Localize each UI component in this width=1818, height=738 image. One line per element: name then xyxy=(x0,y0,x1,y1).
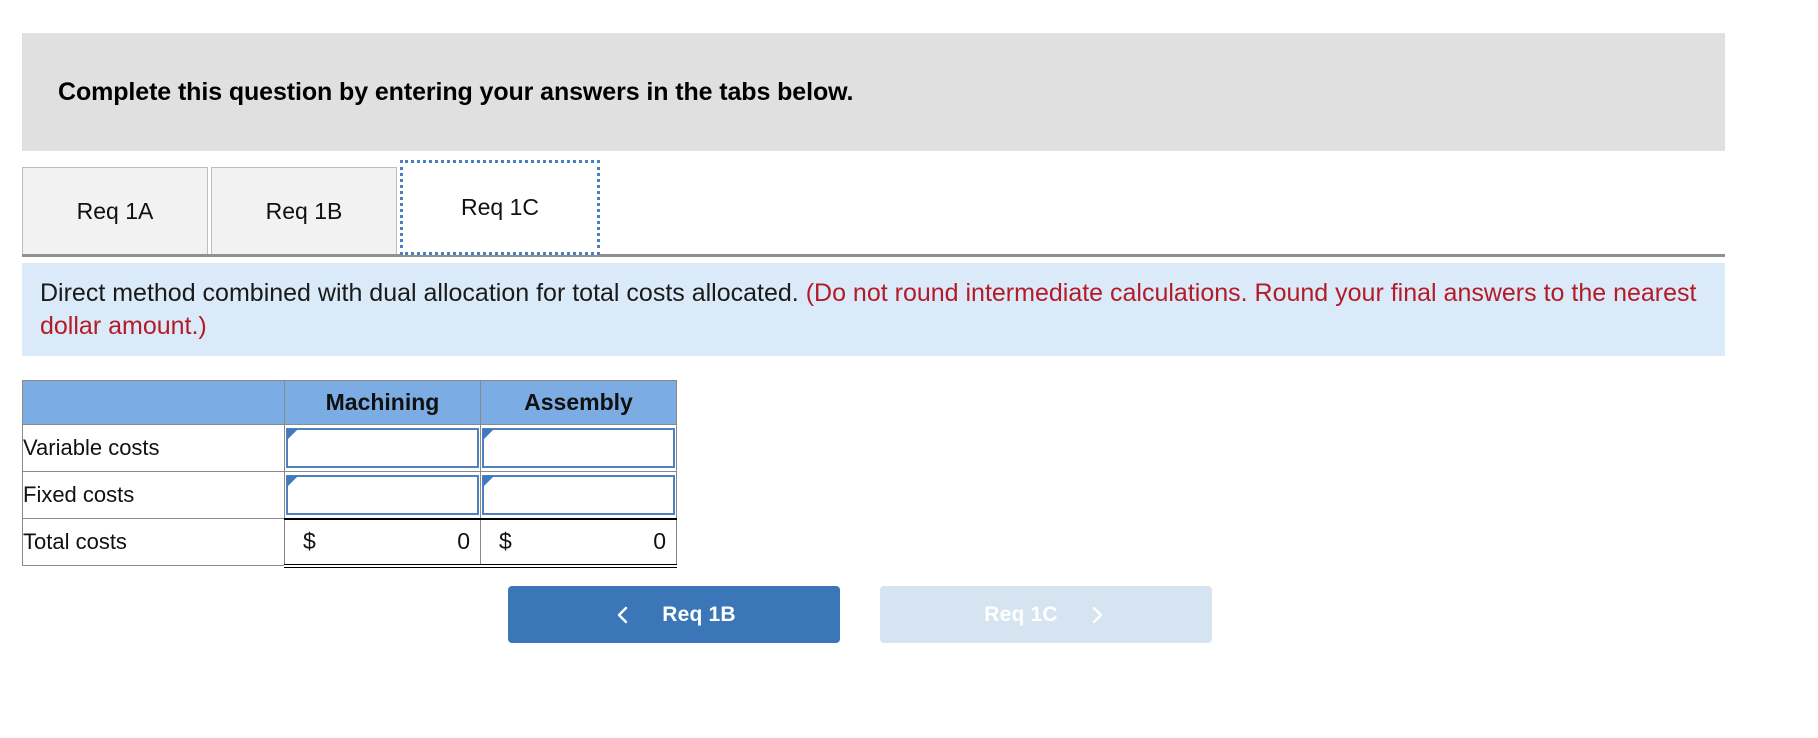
cell-total-machining: $ 0 xyxy=(284,517,481,568)
table-header-row: Machining Assembly xyxy=(22,380,677,425)
currency-symbol: $ xyxy=(303,528,316,554)
requirement-text: Direct method combined with dual allocat… xyxy=(40,277,1703,343)
tab-req-1c[interactable]: Req 1C xyxy=(400,160,600,255)
chevron-right-icon xyxy=(1086,604,1108,626)
cost-allocation-table: Machining Assembly Variable costs Fixed … xyxy=(22,380,677,568)
prev-req-label: Req 1B xyxy=(662,602,736,626)
requirement-banner: Direct method combined with dual allocat… xyxy=(22,263,1725,356)
row-label-variable-costs: Variable costs xyxy=(22,424,285,472)
tab-label: Req 1A xyxy=(76,198,154,224)
total-value-assembly: 0 xyxy=(653,528,666,554)
tab-label: Req 1C xyxy=(461,194,539,220)
cell-fixed-assembly[interactable] xyxy=(480,471,677,519)
currency-symbol: $ xyxy=(499,528,512,554)
row-label-total-costs: Total costs xyxy=(22,518,285,566)
tab-label: Req 1B xyxy=(265,198,343,224)
table-corner-cell xyxy=(22,380,285,425)
tab-underline xyxy=(22,254,1725,257)
cell-fixed-machining[interactable] xyxy=(284,471,481,519)
column-header-machining: Machining xyxy=(284,380,481,425)
question-header: Complete this question by entering your … xyxy=(22,33,1725,151)
chevron-left-icon xyxy=(612,604,634,626)
cell-variable-machining[interactable] xyxy=(284,424,481,472)
cell-total-assembly: $ 0 xyxy=(480,517,677,568)
table-row: Total costs $ 0 $ 0 xyxy=(22,517,677,568)
row-label-fixed-costs: Fixed costs xyxy=(22,471,285,519)
answer-input-fixed-machining[interactable] xyxy=(286,475,479,515)
question-header-text: Complete this question by entering your … xyxy=(58,77,854,106)
next-req-button[interactable]: Req 1C xyxy=(880,586,1212,643)
answer-input-variable-machining[interactable] xyxy=(286,428,479,468)
answer-input-fixed-assembly[interactable] xyxy=(482,475,675,515)
tab-strip: Req 1A Req 1B Req 1C xyxy=(22,160,1725,257)
tabs-row: Req 1A Req 1B Req 1C xyxy=(22,160,600,255)
exercise-page: Complete this question by entering your … xyxy=(0,0,1818,738)
requirement-main: Direct method combined with dual allocat… xyxy=(40,279,806,307)
navigation-buttons: Req 1B Req 1C xyxy=(508,586,1212,643)
tab-req-1a[interactable]: Req 1A xyxy=(22,167,208,255)
table-row: Variable costs xyxy=(22,424,677,472)
column-header-assembly: Assembly xyxy=(480,380,677,425)
answer-input-variable-assembly[interactable] xyxy=(482,428,675,468)
prev-req-button[interactable]: Req 1B xyxy=(508,586,840,643)
table-row: Fixed costs xyxy=(22,471,677,519)
tab-req-1b[interactable]: Req 1B xyxy=(211,167,397,255)
cell-variable-assembly[interactable] xyxy=(480,424,677,472)
next-req-label: Req 1C xyxy=(984,602,1058,626)
total-value-machining: 0 xyxy=(457,528,470,554)
